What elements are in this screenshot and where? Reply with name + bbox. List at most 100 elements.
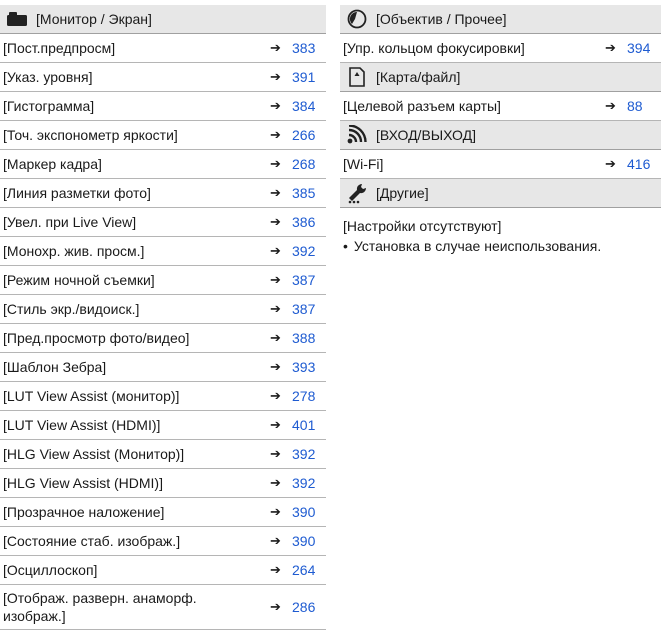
item-label: [Прозрачное наложение] [3,504,165,520]
arrow-right-icon: ➔ [270,562,281,577]
page-link[interactable]: 278 [292,388,318,404]
arrow-right-icon: ➔ [270,533,281,548]
list-item: [Пред.просмотр фото/видео] ➔ 388 [0,324,326,353]
page-link[interactable]: 391 [292,69,318,85]
arrow-right-icon: ➔ [270,243,281,258]
arrow-right-icon: ➔ [270,69,281,84]
item-label: [Маркер кадра] [3,156,102,172]
arrow-right-icon: ➔ [270,185,281,200]
arrow-right-icon: ➔ [270,40,281,55]
card-file-title: [Карта/файл] [376,69,461,85]
item-label: [Стиль экр./видоиск.] [3,301,140,317]
arrow-right-icon: ➔ [605,98,616,113]
page-link[interactable]: 394 [627,40,653,56]
bullet-text: Установка в случае неиспользования. [353,238,602,254]
list-item: [LUT View Assist (HDMI)] ➔ 401 [0,411,326,440]
page-link[interactable]: 384 [292,98,318,114]
page-link[interactable]: 401 [292,417,318,433]
list-item: [Стиль экр./видоиск.] ➔ 387 [0,295,326,324]
list-item: [Отображ. разверн. анаморф. изображ.] ➔ … [0,585,326,630]
page-link[interactable]: 386 [292,214,318,230]
monitor-display-section: [Монитор / Экран] [Пост.предпросм] ➔ 383 [У… [0,5,326,630]
item-label: [Wi-Fi] [343,156,384,172]
page-link[interactable]: 286 [292,599,318,615]
list-item: [Маркер кадра] ➔ 268 [0,150,326,179]
list-item: [Указ. уровня] ➔ 391 [0,63,326,92]
bullet-item: • Установка в случае неиспользования. [340,236,661,256]
item-label: [LUT View Assist (монитор)] [3,388,180,404]
arrow-right-icon: ➔ [270,98,281,113]
item-label: [Осциллоскоп] [3,562,98,578]
page-link[interactable]: 383 [292,40,318,56]
list-item: [Шаблон Зебра] ➔ 393 [0,353,326,382]
arrow-right-icon: ➔ [605,40,616,55]
arrow-right-icon: ➔ [270,475,281,490]
list-item: [Wi-Fi] ➔ 416 [340,150,661,179]
page-link[interactable]: 392 [292,475,318,491]
io-title: [ВХОД/ВЫХОД] [376,127,476,143]
list-item: [LUT View Assist (монитор)] ➔ 278 [0,382,326,411]
page-link[interactable]: 390 [292,533,318,549]
page-link[interactable]: 268 [292,156,318,172]
card-file-header: [Карта/файл] [340,63,661,92]
wrench-icon [344,182,370,204]
item-label: [Режим ночной съемки] [3,272,155,288]
item-label: [Указ. уровня] [3,69,93,85]
page-link[interactable]: 385 [292,185,318,201]
list-item: [Точ. экспонометр яркости] ➔ 266 [0,121,326,150]
list-item: [HLG View Assist (Монитор)] ➔ 392 [0,440,326,469]
list-item: [Увел. при Live View] ➔ 386 [0,208,326,237]
arrow-right-icon: ➔ [270,504,281,519]
page-link[interactable]: 393 [292,359,318,375]
arrow-right-icon: ➔ [270,127,281,142]
item-label: [Монохр. жив. просм.] [3,243,145,259]
arrow-right-icon: ➔ [270,301,281,316]
item-label-line1: [Отображ. разверн. анаморф. [3,590,197,606]
arrow-right-icon: ➔ [270,359,281,374]
item-label: [Линия разметки фото] [3,185,151,201]
item-label: [Пред.просмотр фото/видео] [3,330,190,346]
page-link[interactable]: 388 [292,330,318,346]
lens-other-title: [Объектив / Прочее] [376,11,507,27]
page-link[interactable]: 266 [292,127,318,143]
item-label: [Шаблон Зебра] [3,359,107,375]
arrow-right-icon: ➔ [270,214,281,229]
item-label: [HLG View Assist (Монитор)] [3,446,185,462]
page-link[interactable]: 387 [292,301,318,317]
arrow-right-icon: ➔ [605,156,616,171]
right-sections: [Объектив / Прочее] [Упр. кольцом фокуси… [340,5,661,256]
list-item: [Линия разметки фото] ➔ 385 [0,179,326,208]
item-label: [LUT View Assist (HDMI)] [3,417,161,433]
list-item: [HLG View Assist (HDMI)] ➔ 392 [0,469,326,498]
monitor-display-header: [Монитор / Экран] [0,5,326,34]
page-link[interactable]: 416 [627,156,653,172]
monitor-display-title: [Монитор / Экран] [36,11,152,27]
arrow-right-icon: ➔ [270,446,281,461]
arrow-right-icon: ➔ [270,599,281,614]
io-header: [ВХОД/ВЫХОД] [340,121,661,150]
item-label: [Увел. при Live View] [3,214,137,230]
item-label: [Целевой разъем карты] [343,98,501,114]
list-item: [Режим ночной съемки] ➔ 387 [0,266,326,295]
item-label: [Пост.предпросм] [3,40,116,56]
item-label: [Упр. кольцом фокусировки] [343,40,525,56]
list-item: [Состояние стаб. изображ.] ➔ 390 [0,527,326,556]
monitor-icon [4,8,30,30]
page-link[interactable]: 387 [292,272,318,288]
page-link[interactable]: 88 [627,98,653,114]
page-link[interactable]: 390 [292,504,318,520]
list-item: [Упр. кольцом фокусировки] ➔ 394 [340,34,661,63]
list-item: [Монохр. жив. просм.] ➔ 392 [0,237,326,266]
page-link[interactable]: 392 [292,243,318,259]
no-settings-note: [Настройки отсутствуют] [343,218,502,234]
lens-other-header: [Объектив / Прочее] [340,5,661,34]
page-link[interactable]: 264 [292,562,318,578]
arrow-right-icon: ➔ [270,156,281,171]
page-link[interactable]: 392 [292,446,318,462]
item-label: [Точ. экспонометр яркости] [3,127,178,143]
item-label: [Гистограмма] [3,98,95,114]
list-item: [Целевой разъем карты] ➔ 88 [340,92,661,121]
arrow-right-icon: ➔ [270,417,281,432]
bullet-icon: • [343,238,348,254]
arrow-right-icon: ➔ [270,272,281,287]
